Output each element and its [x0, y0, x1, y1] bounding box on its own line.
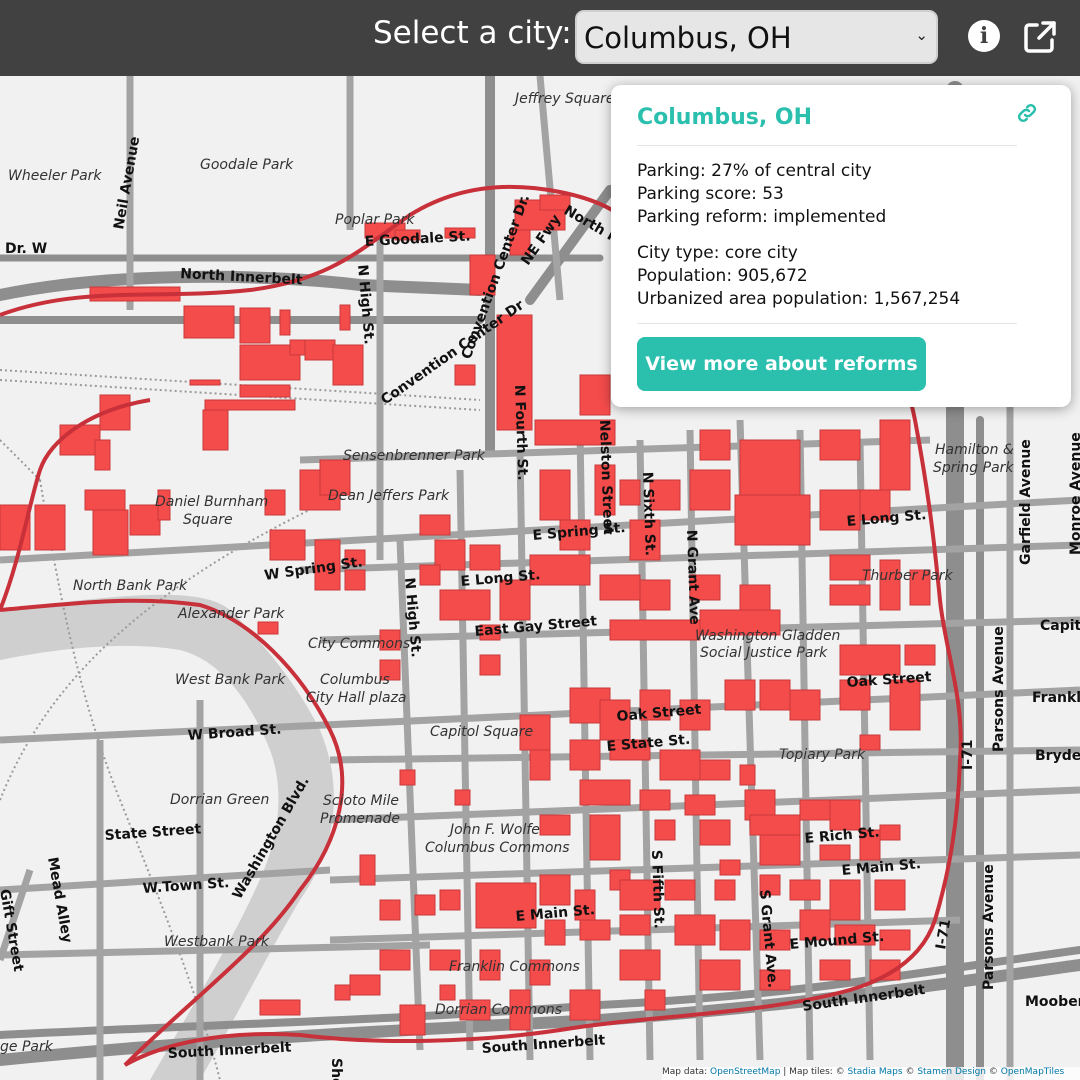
road-label-nsixth: N Sixth St.	[639, 472, 658, 557]
road-label-franklin: Franklin	[1032, 690, 1080, 706]
city-select-dropdown[interactable]: Columbus, OH ⌄	[575, 10, 938, 64]
road-label-i71a: I-71	[960, 739, 976, 770]
view-reforms-button[interactable]: View more about reforms	[637, 337, 926, 391]
place-label-gepark: ge Park	[0, 1039, 54, 1055]
road-label-moober: Moober	[1025, 994, 1080, 1010]
place-label-burnham-2: Square	[183, 512, 233, 528]
place-label-scioto-2: Promenade	[320, 811, 400, 827]
stadia-link[interactable]: Stadia Maps	[848, 1067, 903, 1077]
road-label-nfourth: N Fourth St.	[511, 385, 530, 481]
select-city-label: Select a city:	[373, 15, 572, 51]
popup-parking-score: Parking score: 53	[637, 184, 784, 204]
place-label-sensenbrenner: Sensenbrenner Park	[343, 448, 486, 464]
place-label-burnham: Daniel Burnham	[155, 494, 268, 510]
attrib-prefix: Map data:	[662, 1067, 711, 1077]
popup-urbanized-population: Urbanized area population: 1,567,254	[637, 289, 961, 309]
road-label-garfield: Garfield Avenue	[1018, 439, 1034, 565]
chevron-down-icon: ⌄	[915, 26, 928, 44]
place-label-gladden: Washington Gladden	[695, 628, 840, 644]
osm-link[interactable]: OpenStreetMap	[710, 1067, 780, 1077]
place-label-westbankp: Westbank Park	[164, 934, 270, 950]
place-label-wheeler: Wheeler Park	[8, 168, 102, 184]
openmaptiles-link[interactable]: OpenMapTiles	[1001, 1067, 1064, 1077]
place-label-poplar: Poplar Park	[335, 212, 415, 228]
place-label-jeffrey: Jeffrey Square	[512, 91, 615, 107]
place-label-scioto: Scioto Mile	[323, 793, 399, 809]
place-label-wolfe-2: Columbus Commons	[425, 840, 570, 856]
place-label-cityhall-2: City Hall plaza	[306, 690, 407, 706]
road-label-sfifth: S Fifth St.	[648, 850, 667, 930]
road-label-ngrant: N Grant Ave	[683, 530, 702, 625]
top-bar: Select a city: Columbus, OH ⌄ i	[0, 0, 1080, 76]
road-label-bryden: Bryden	[1035, 748, 1080, 764]
place-label-citycommons: City Commons	[308, 636, 410, 652]
place-label-dorriancommons: Dorrian Commons	[435, 1002, 562, 1018]
attrib-sep: ©	[902, 1067, 918, 1077]
popup-city-type: City type: core city	[637, 243, 798, 263]
stamen-link[interactable]: Stamen Design	[917, 1067, 986, 1077]
place-label-franklin: Franklin Commons	[449, 959, 580, 975]
place-label-thurber: Thurber Park	[862, 568, 954, 584]
city-select-value: Columbus, OH	[584, 21, 792, 55]
place-label-wolfe: John F. Wolfe	[447, 822, 540, 838]
popup-population: Population: 905,672	[637, 266, 808, 286]
place-label-dean: Dean Jeffers Park	[328, 488, 450, 504]
place-label-northbank: North Bank Park	[73, 578, 188, 594]
road-label-parsons2: Parsons Avenue	[981, 864, 997, 990]
link-icon[interactable]	[1015, 101, 1039, 125]
road-label-sho: Sho	[328, 1058, 344, 1080]
road-label-parsons1: Parsons Avenue	[991, 626, 1007, 752]
popup-divider	[637, 323, 1017, 324]
external-link-icon[interactable]	[1022, 19, 1058, 55]
place-label-hamilton-2: Spring Park	[933, 460, 1014, 476]
info-icon[interactable]: i	[968, 20, 1000, 52]
attrib-sep: ©	[986, 1067, 1001, 1077]
road-label-drw: Dr. W	[5, 241, 47, 257]
place-label-westbank: West Bank Park	[175, 672, 286, 688]
popup-divider	[637, 145, 1017, 146]
place-label-goodale: Goodale Park	[200, 157, 294, 173]
road-label-monroe: Monroe Avenue	[1068, 432, 1080, 555]
city-info-popup: Columbus, OH Parking: 27% of central cit…	[611, 85, 1071, 407]
place-label-cityhall: Columbus	[320, 672, 390, 688]
map-attribution: Map data: OpenStreetMap | Map tiles: © S…	[662, 1067, 1080, 1080]
place-label-dorrian: Dorrian Green	[170, 792, 269, 808]
popup-parking-reform: Parking reform: implemented	[637, 207, 887, 227]
place-label-alexander: Alexander Park	[177, 606, 285, 622]
place-label-hamilton: Hamilton &	[935, 442, 1014, 458]
place-label-gladden-2: Social Justice Park	[700, 645, 828, 661]
place-label-capitol: Capitol Square	[430, 724, 533, 740]
popup-parking: Parking: 27% of central city	[637, 161, 872, 181]
popup-title: Columbus, OH	[637, 105, 813, 130]
attrib-mid: | Map tiles: ©	[780, 1067, 848, 1077]
road-label-capita: Capita	[1040, 618, 1080, 634]
place-label-topiary: Topiary Park	[779, 747, 866, 763]
